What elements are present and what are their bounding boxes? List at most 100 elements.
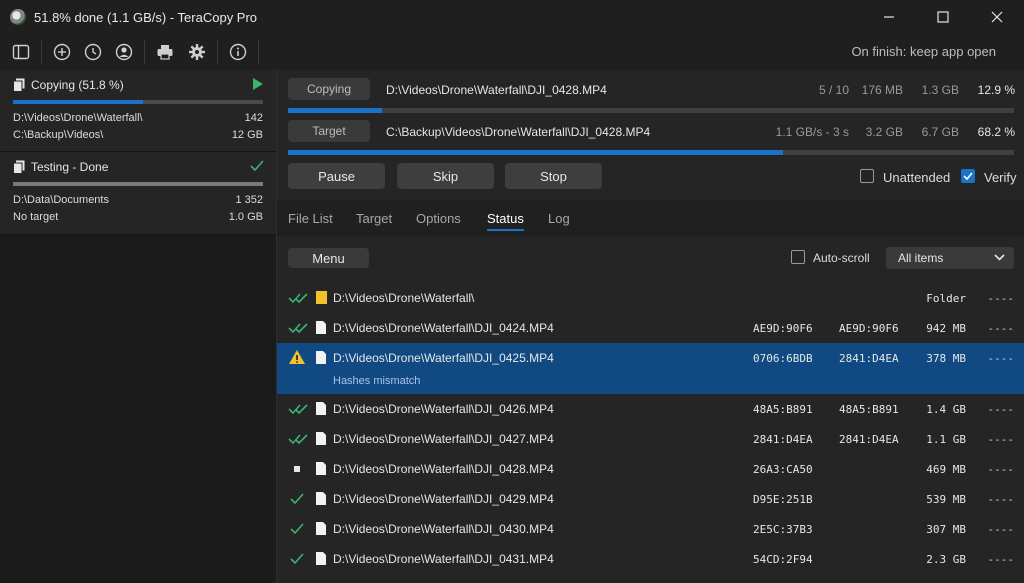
print-button[interactable] xyxy=(155,42,175,62)
tab-bar: File List Target Options Status Log xyxy=(277,200,1024,236)
row-size: 1.1 GB xyxy=(926,433,966,446)
row-path: D:\Videos\Drone\Waterfall\ xyxy=(333,291,475,305)
info-icon xyxy=(229,43,247,61)
row-size: 307 MB xyxy=(926,523,966,536)
tab-file-list[interactable]: File List xyxy=(288,211,333,226)
close-button[interactable] xyxy=(970,0,1024,34)
row-status-icon xyxy=(288,350,310,365)
job-target: C:\Backup\Videos\ xyxy=(13,129,104,141)
row-path: D:\Videos\Drone\Waterfall\DJI_0428.MP4 xyxy=(333,462,554,476)
table-row[interactable]: D:\Videos\Drone\Waterfall\DJI_0427.MP4 28… xyxy=(277,424,1024,454)
table-row[interactable]: D:\Videos\Drone\Waterfall\DJI_0431.MP4 54… xyxy=(277,544,1024,574)
table-row[interactable]: D:\Videos\Drone\Waterfall\DJI_0428.MP4 26… xyxy=(277,454,1024,484)
history-button[interactable] xyxy=(83,42,103,62)
row-extra: ---- xyxy=(987,523,1015,536)
checkmark-icon xyxy=(290,493,304,505)
job-item-copying[interactable]: Copying (51.8 %) D:\Videos\Drone\Waterfa… xyxy=(0,70,276,152)
file-icon xyxy=(316,492,326,505)
autoscroll-checkbox[interactable] xyxy=(791,250,805,264)
row-status-icon xyxy=(288,432,310,446)
tab-log[interactable]: Log xyxy=(548,211,570,226)
tab-target[interactable]: Target xyxy=(356,211,392,226)
add-button[interactable] xyxy=(52,42,72,62)
filter-dropdown[interactable]: All items xyxy=(886,247,1014,269)
toolbar: On finish: keep app open xyxy=(0,34,1024,71)
copying-label: Copying xyxy=(288,78,370,100)
row-path: D:\Videos\Drone\Waterfall\DJI_0430.MP4 xyxy=(333,522,554,536)
row-source-hash: 26A3:CA50 xyxy=(753,463,813,476)
row-source-hash: 2841:D4EA xyxy=(753,433,813,446)
on-finish-dropdown[interactable]: On finish: keep app open xyxy=(851,44,996,59)
transfer-speed: 1.1 GB/s - 3 s xyxy=(775,125,849,139)
file-count: 5 / 10 xyxy=(818,83,849,97)
maximize-icon xyxy=(937,11,949,23)
pause-button[interactable]: Pause xyxy=(288,163,385,189)
in-progress-icon xyxy=(294,466,300,472)
tab-status[interactable]: Status xyxy=(487,211,524,231)
table-row[interactable]: D:\Videos\Drone\Waterfall\DJI_0429.MP4 D9… xyxy=(277,484,1024,514)
table-row[interactable]: D:\Videos\Drone\Waterfall\DJI_0425.MP4 07… xyxy=(277,343,1024,394)
unattended-label: Unattended xyxy=(883,170,951,185)
chevron-down-icon xyxy=(994,254,1005,261)
copy-files-icon xyxy=(13,78,25,92)
job-progress-bar xyxy=(13,182,263,186)
window-title: 51.8% done (1.1 GB/s) - TeraCopy Pro xyxy=(34,9,258,25)
row-type-icon xyxy=(315,350,327,368)
warning-icon xyxy=(289,350,305,364)
row-extra: ---- xyxy=(987,322,1015,335)
menu-button[interactable]: Menu xyxy=(288,248,369,268)
tab-options[interactable]: Options xyxy=(416,211,461,226)
printer-icon xyxy=(157,45,173,60)
double-check-icon xyxy=(288,404,308,415)
job-title: Testing - Done xyxy=(31,160,109,174)
row-type-icon xyxy=(315,290,328,308)
checkmark-icon xyxy=(250,160,264,172)
unattended-checkbox[interactable] xyxy=(860,169,874,183)
file-icon xyxy=(316,432,326,445)
file-icon xyxy=(316,402,326,415)
about-button[interactable] xyxy=(228,42,248,62)
account-button[interactable] xyxy=(114,42,134,62)
maximize-button[interactable] xyxy=(916,0,970,34)
row-extra: ---- xyxy=(987,292,1015,305)
row-status-icon xyxy=(288,552,310,566)
job-item-testing[interactable]: Testing - Done D:\Data\Documents 1 352 No… xyxy=(0,152,276,235)
row-type-icon xyxy=(315,461,327,479)
close-icon xyxy=(991,11,1003,23)
row-type-icon xyxy=(315,551,327,569)
table-row[interactable]: D:\Videos\Drone\Waterfall\DJI_0430.MP4 2E… xyxy=(277,514,1024,544)
stop-button[interactable]: Stop xyxy=(505,163,602,189)
job-detail-panel: Copying D:\Videos\Drone\Waterfall\DJI_04… xyxy=(277,70,1024,583)
job-target-size: 12 GB xyxy=(231,129,263,141)
minimize-button[interactable] xyxy=(862,0,916,34)
job-source: D:\Videos\Drone\Waterfall\ xyxy=(13,112,143,124)
toggle-sidebar-button[interactable] xyxy=(11,42,31,62)
row-path: D:\Videos\Drone\Waterfall\DJI_0427.MP4 xyxy=(333,432,554,446)
row-target-hash: AE9D:90F6 xyxy=(839,322,899,335)
row-source-hash: 54CD:2F94 xyxy=(753,553,813,566)
current-source-path: D:\Videos\Drone\Waterfall\DJI_0428.MP4 xyxy=(386,83,607,97)
table-row[interactable]: D:\Videos\Drone\Waterfall\ Folder ---- xyxy=(277,283,1024,313)
verify-checkbox[interactable] xyxy=(961,169,975,183)
target-label: Target xyxy=(288,120,370,142)
file-total-size: 1.3 GB xyxy=(921,83,959,97)
row-path: D:\Videos\Drone\Waterfall\DJI_0429.MP4 xyxy=(333,492,554,506)
job-source-count: 142 xyxy=(244,112,263,124)
minimize-icon xyxy=(884,16,894,18)
settings-button[interactable] xyxy=(187,42,207,62)
user-circle-icon xyxy=(115,43,133,61)
row-size: 942 MB xyxy=(926,322,966,335)
row-type-icon xyxy=(315,401,327,419)
verify-label: Verify xyxy=(984,170,1017,185)
table-row[interactable]: D:\Videos\Drone\Waterfall\DJI_0426.MP4 48… xyxy=(277,394,1024,424)
table-row[interactable]: D:\Videos\Drone\Waterfall\DJI_0424.MP4 AE… xyxy=(277,313,1024,343)
row-status-icon xyxy=(288,462,310,476)
plus-circle-icon xyxy=(53,43,71,61)
row-source-hash: 0706:6BDB xyxy=(753,352,813,365)
skip-button[interactable]: Skip xyxy=(397,163,494,189)
row-type-icon xyxy=(315,521,327,539)
job-source: D:\Data\Documents xyxy=(13,194,109,206)
autoscroll-label: Auto-scroll xyxy=(813,251,870,265)
row-source-hash: 2E5C:37B3 xyxy=(753,523,813,536)
row-size: 378 MB xyxy=(926,352,966,365)
